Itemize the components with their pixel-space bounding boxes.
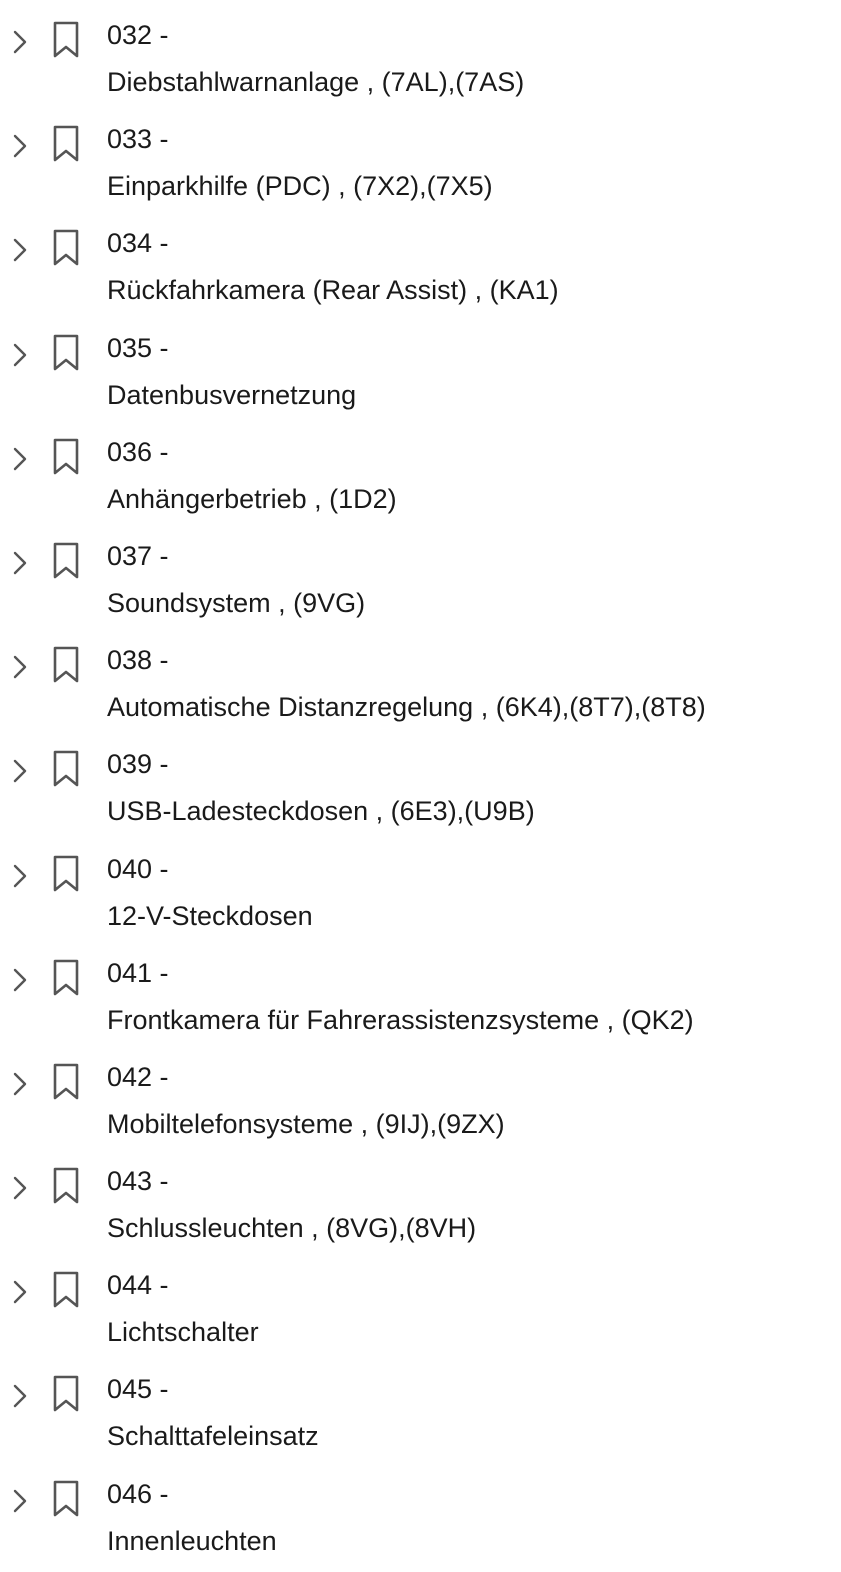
bookmark-number: 033 - bbox=[107, 124, 169, 155]
bookmark-item[interactable]: 041 - Frontkamera für Fahrerassistenzsys… bbox=[0, 947, 841, 1051]
bookmark-icon bbox=[52, 1480, 80, 1518]
bookmark-title[interactable]: Automatische Distanzregelung , (6K4),(8T… bbox=[107, 685, 706, 729]
bookmark-title[interactable]: Einparkhilfe (PDC) , (7X2),(7X5) bbox=[107, 164, 493, 208]
bookmark-icon bbox=[52, 438, 80, 476]
bookmark-icon bbox=[52, 334, 80, 372]
chevron-right-icon[interactable] bbox=[12, 237, 28, 263]
bookmark-icon bbox=[52, 1167, 80, 1205]
bookmark-number: 039 - bbox=[107, 749, 169, 780]
chevron-right-icon[interactable] bbox=[12, 342, 28, 368]
bookmark-icon bbox=[52, 1271, 80, 1309]
bookmark-title[interactable]: Datenbusvernetzung bbox=[107, 373, 356, 417]
bookmark-title[interactable]: Mobiltelefonsysteme , (9IJ),(9ZX) bbox=[107, 1102, 505, 1146]
bookmark-number: 032 - bbox=[107, 20, 169, 50]
chevron-right-icon[interactable] bbox=[12, 758, 28, 784]
bookmark-title[interactable]: 12-V-Steckdosen bbox=[107, 894, 313, 938]
bookmark-icon bbox=[52, 21, 80, 59]
bookmark-title[interactable]: Frontkamera für Fahrerassistenzsysteme ,… bbox=[107, 998, 694, 1042]
bookmark-icon bbox=[52, 959, 80, 997]
bookmark-icon bbox=[52, 229, 80, 267]
bookmark-title[interactable]: Lichtschalter bbox=[107, 1310, 259, 1354]
bookmark-item[interactable]: 046 - Innenleuchten bbox=[0, 1468, 841, 1572]
bookmark-item[interactable]: 036 - Anhängerbetrieb , (1D2) bbox=[0, 426, 841, 530]
bookmark-number: 035 - bbox=[107, 332, 169, 363]
bookmark-icon bbox=[52, 1375, 80, 1413]
bookmark-icon bbox=[52, 1063, 80, 1101]
bookmark-icon bbox=[52, 542, 80, 580]
bookmark-number: 036 - bbox=[107, 436, 169, 467]
bookmark-number: 045 - bbox=[107, 1374, 169, 1405]
bookmark-number: 038 - bbox=[107, 645, 169, 676]
bookmark-item[interactable]: 032 - Diebstahlwarnanlage , (7AL),(7AS) bbox=[0, 9, 841, 113]
chevron-right-icon[interactable] bbox=[12, 550, 28, 576]
bookmark-number: 044 - bbox=[107, 1270, 169, 1301]
chevron-right-icon[interactable] bbox=[12, 1383, 28, 1409]
chevron-right-icon[interactable] bbox=[12, 29, 28, 55]
bookmark-icon bbox=[52, 750, 80, 788]
bookmark-title[interactable]: Diebstahlwarnanlage , (7AL),(7AS) bbox=[107, 60, 524, 104]
bookmark-number: 034 - bbox=[107, 228, 169, 259]
bookmark-item[interactable]: 037 - Soundsystem , (9VG) bbox=[0, 530, 841, 634]
bookmark-item[interactable]: 045 - Schalttafeleinsatz bbox=[0, 1363, 841, 1467]
chevron-right-icon[interactable] bbox=[12, 1071, 28, 1097]
bookmark-number: 042 - bbox=[107, 1061, 169, 1092]
bookmark-number: 043 - bbox=[107, 1166, 169, 1197]
chevron-right-icon[interactable] bbox=[12, 1488, 28, 1514]
bookmark-title[interactable]: Anhängerbetrieb , (1D2) bbox=[107, 477, 397, 521]
bookmark-item[interactable]: 038 - Automatische Distanzregelung , (6K… bbox=[0, 634, 841, 738]
bookmark-title[interactable]: Innenleuchten bbox=[107, 1519, 277, 1563]
chevron-right-icon[interactable] bbox=[12, 967, 28, 993]
chevron-right-icon[interactable] bbox=[12, 446, 28, 472]
bookmark-icon bbox=[52, 646, 80, 684]
bookmark-title[interactable]: Rückfahrkamera (Rear Assist) , (KA1) bbox=[107, 268, 559, 312]
chevron-right-icon[interactable] bbox=[12, 1175, 28, 1201]
bookmark-number: 037 - bbox=[107, 540, 169, 571]
bookmark-title[interactable]: Schlussleuchten , (8VG),(8VH) bbox=[107, 1206, 476, 1250]
bookmark-title[interactable]: Schalttafeleinsatz bbox=[107, 1414, 319, 1458]
bookmark-icon bbox=[52, 125, 80, 163]
bookmark-number: 040 - bbox=[107, 853, 169, 884]
bookmark-title[interactable]: Soundsystem , (9VG) bbox=[107, 581, 365, 625]
bookmark-icon bbox=[52, 855, 80, 893]
chevron-right-icon[interactable] bbox=[12, 1279, 28, 1305]
bookmark-item[interactable]: 042 - Mobiltelefonsysteme , (9IJ),(9ZX) bbox=[0, 1051, 841, 1155]
chevron-right-icon[interactable] bbox=[12, 654, 28, 680]
bookmark-item[interactable]: 033 - Einparkhilfe (PDC) , (7X2),(7X5) bbox=[0, 113, 841, 217]
bookmark-title[interactable]: USB-Ladesteckdosen , (6E3),(U9B) bbox=[107, 789, 535, 833]
bookmark-number: 046 - bbox=[107, 1478, 169, 1509]
bookmark-item[interactable]: 043 - Schlussleuchten , (8VG),(8VH) bbox=[0, 1155, 841, 1259]
bookmark-number: 041 - bbox=[107, 957, 169, 988]
bookmark-item[interactable]: 039 - USB-Ladesteckdosen , (6E3),(U9B) bbox=[0, 738, 841, 842]
chevron-right-icon[interactable] bbox=[12, 863, 28, 889]
bookmark-item[interactable]: 044 - Lichtschalter bbox=[0, 1259, 841, 1363]
bookmark-item[interactable]: 034 - Rückfahrkamera (Rear Assist) , (KA… bbox=[0, 217, 841, 321]
bookmark-item[interactable]: 040 - 12-V-Steckdosen bbox=[0, 843, 841, 947]
chevron-right-icon[interactable] bbox=[12, 133, 28, 159]
bookmark-item[interactable]: 035 - Datenbusvernetzung bbox=[0, 322, 841, 426]
bookmark-list: 032 - Diebstahlwarnanlage , (7AL),(7AS) … bbox=[0, 9, 841, 1572]
